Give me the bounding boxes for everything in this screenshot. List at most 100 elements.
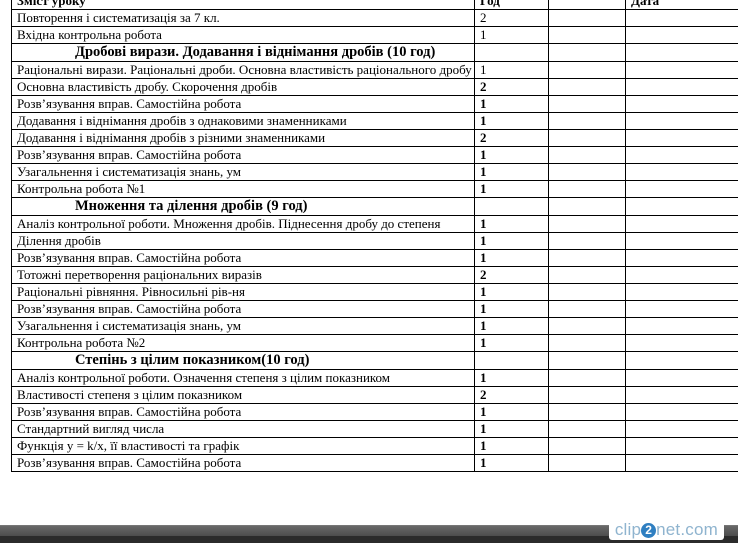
lesson-row: Ділення дробів 1	[11, 232, 738, 250]
section-title: Дробові вирази. Додавання і віднімання д…	[11, 43, 475, 62]
lesson-hours: 2	[474, 129, 549, 147]
lesson-hours: 2	[474, 266, 549, 284]
lesson-date-cell	[625, 266, 738, 284]
lesson-date-cell	[625, 9, 738, 27]
lesson-blank-cell	[548, 180, 626, 198]
column-header-hours: Год	[474, 0, 549, 10]
lesson-topic: Додавання і віднімання дробів з різними …	[11, 129, 475, 147]
lesson-hours: 1	[474, 180, 549, 198]
lesson-row: Розв’язування вправ. Самостійна робота 1	[11, 95, 738, 113]
lesson-topic: Раціональні вирази. Раціональні дроби. О…	[11, 61, 475, 79]
lesson-date-cell	[625, 215, 738, 233]
lesson-blank-cell	[548, 146, 626, 164]
section-blank-cell	[548, 197, 626, 216]
lesson-row: Повторення і систематизація за 7 кл. 2	[11, 9, 738, 27]
lesson-date-cell	[625, 163, 738, 181]
lesson-row: Узагальнення і систематизація знань, ум 1	[11, 163, 738, 181]
section-header-row: Множення та ділення дробів (9 год)	[11, 197, 738, 216]
lesson-date-cell	[625, 420, 738, 438]
lesson-topic: Розв’язування вправ. Самостійна робота	[11, 146, 475, 164]
lesson-row: Контрольна робота №1 1	[11, 180, 738, 198]
lesson-date-cell	[625, 437, 738, 455]
lesson-row: Раціональні рівняння. Рівносильні рів-ня…	[11, 283, 738, 301]
lesson-hours: 2	[474, 78, 549, 96]
section-hours-cell	[474, 197, 549, 216]
lesson-date-cell	[625, 249, 738, 267]
lesson-hours: 2	[474, 386, 549, 404]
column-header-date: Дата	[625, 0, 738, 10]
section-hours-cell	[474, 43, 549, 62]
lesson-date-cell	[625, 403, 738, 421]
lesson-blank-cell	[548, 283, 626, 301]
lesson-hours: 1	[474, 403, 549, 421]
lesson-topic: Вхідна контрольна робота	[11, 26, 475, 44]
lesson-hours: 1	[474, 454, 549, 472]
lesson-hours: 1	[474, 215, 549, 233]
column-header-topic: Зміст уроку	[11, 0, 475, 10]
lesson-topic: Розв’язування вправ. Самостійна робота	[11, 403, 475, 421]
lesson-topic: Узагальнення і систематизація знань, ум	[11, 163, 475, 181]
lesson-hours: 1	[474, 232, 549, 250]
lesson-date-cell	[625, 454, 738, 472]
lesson-date-cell	[625, 369, 738, 387]
lesson-blank-cell	[548, 78, 626, 96]
lesson-hours: 1	[474, 317, 549, 335]
lesson-date-cell	[625, 334, 738, 352]
lesson-hours: 1	[474, 283, 549, 301]
lesson-row: Розв’язування вправ. Самостійна робота 1	[11, 146, 738, 164]
lesson-row: Основна властивість дробу. Скорочення др…	[11, 78, 738, 96]
lesson-topic: Тотожні перетворення раціональних виразі…	[11, 266, 475, 284]
lesson-hours: 1	[474, 163, 549, 181]
lesson-blank-cell	[548, 95, 626, 113]
lesson-date-cell	[625, 129, 738, 147]
lesson-row: Розв’язування вправ. Самостійна робота 1	[11, 403, 738, 421]
lesson-blank-cell	[548, 266, 626, 284]
lesson-row: Вхідна контрольна робота 1	[11, 26, 738, 44]
lesson-hours: 1	[474, 369, 549, 387]
section-date-cell	[625, 351, 738, 370]
lesson-date-cell	[625, 180, 738, 198]
lesson-topic: Раціональні рівняння. Рівносильні рів-ня	[11, 283, 475, 301]
lesson-hours: 1	[474, 95, 549, 113]
lesson-date-cell	[625, 146, 738, 164]
lesson-topic: Розв’язування вправ. Самостійна робота	[11, 454, 475, 472]
section-blank-cell	[548, 351, 626, 370]
section-date-cell	[625, 43, 738, 62]
lesson-date-cell	[625, 283, 738, 301]
lesson-date-cell	[625, 78, 738, 96]
column-header-blank	[548, 0, 626, 10]
lesson-topic: Контрольна робота №1	[11, 180, 475, 198]
lesson-blank-cell	[548, 232, 626, 250]
section-blank-cell	[548, 43, 626, 62]
lesson-hours: 1	[474, 26, 549, 44]
lesson-blank-cell	[548, 420, 626, 438]
lesson-hours: 1	[474, 334, 549, 352]
section-title: Степінь з цілим показником(10 год)	[11, 351, 475, 370]
lesson-topic: Повторення і систематизація за 7 кл.	[11, 9, 475, 27]
section-title: Множення та ділення дробів (9 год)	[11, 197, 475, 216]
lesson-hours: 2	[474, 9, 549, 27]
watermark-badge: 2	[641, 523, 657, 538]
lesson-hours: 1	[474, 300, 549, 318]
lesson-row: Аналіз контрольної роботи. Означення сте…	[11, 369, 738, 387]
section-date-cell	[625, 197, 738, 216]
lesson-topic: Стандартний вигляд числа	[11, 420, 475, 438]
lesson-date-cell	[625, 232, 738, 250]
lesson-row: Розв’язування вправ. Самостійна робота 1	[11, 249, 738, 267]
lesson-blank-cell	[548, 317, 626, 335]
lesson-row: Раціональні вирази. Раціональні дроби. О…	[11, 61, 738, 79]
lesson-row: Контрольна робота №2 1	[11, 334, 738, 352]
lesson-topic: Контрольна робота №2	[11, 334, 475, 352]
lesson-row: Функція y = k/x, її властивості та графі…	[11, 437, 738, 455]
lesson-date-cell	[625, 317, 738, 335]
lesson-hours: 1	[474, 420, 549, 438]
lesson-topic: Функція y = k/x, її властивості та графі…	[11, 437, 475, 455]
lesson-row: Стандартний вигляд числа 1	[11, 420, 738, 438]
lesson-row: Розв’язування вправ. Самостійна робота 1	[11, 454, 738, 472]
lesson-hours: 1	[474, 146, 549, 164]
lesson-hours: 1	[474, 112, 549, 130]
table-header-row: Зміст уроку Год Дата	[11, 0, 738, 10]
lesson-date-cell	[625, 95, 738, 113]
section-header-row: Дробові вирази. Додавання і віднімання д…	[11, 43, 738, 62]
watermark-text-start: clip	[614, 520, 642, 539]
